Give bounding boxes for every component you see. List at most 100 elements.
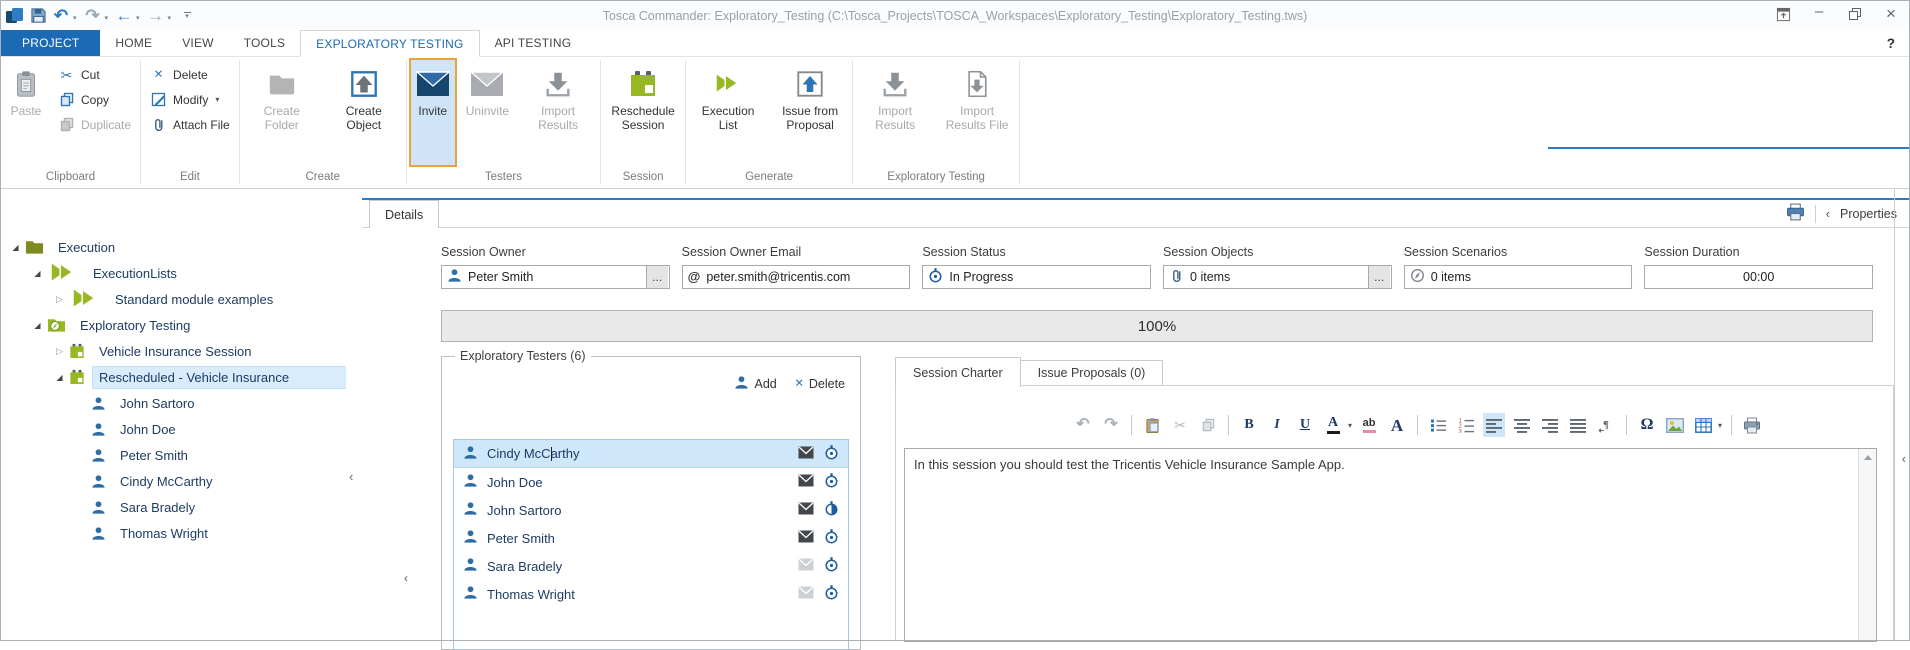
tree-item-cindy-mccarthy[interactable]: Cindy McCarthy [1, 468, 346, 494]
tab-api-testing[interactable]: API TESTING [480, 30, 587, 56]
tab-details[interactable]: Details [369, 200, 439, 228]
copy-button[interactable]: Copy [51, 87, 138, 112]
paragraph-direction-icon[interactable]: ¶ [1595, 413, 1617, 437]
tab-tools[interactable]: TOOLS [229, 30, 300, 56]
copy-icon[interactable] [1197, 413, 1219, 437]
paste-icon[interactable] [1141, 413, 1163, 437]
mail-icon[interactable] [798, 530, 814, 546]
tree-item-vehicle-insurance-session[interactable]: ▷Vehicle Insurance Session [1, 338, 346, 364]
expanded-expander-icon[interactable]: ◢ [53, 373, 66, 382]
tree-item-standard-module-examples[interactable]: ▷Standard module examples [1, 286, 346, 312]
special-character-icon[interactable]: Ω [1636, 413, 1658, 437]
tree-item-peter-smith[interactable]: Peter Smith [1, 442, 346, 468]
minimize-button[interactable]: – [1809, 3, 1829, 25]
session-status-input[interactable]: In Progress [922, 265, 1151, 289]
tree-collapse-icon[interactable]: ‹ [349, 469, 353, 484]
tree-item-rescheduled-vehicle-insurance[interactable]: ◢Rescheduled - Vehicle Insurance [1, 364, 346, 390]
timer-icon[interactable] [824, 445, 839, 463]
tree-item-john-sartoro[interactable]: John Sartoro [1, 390, 346, 416]
dropdown-arrow-icon[interactable]: ▾ [1718, 421, 1722, 430]
expanded-expander-icon[interactable]: ◢ [31, 269, 44, 278]
cut-button[interactable]: ✂Cut [51, 62, 138, 87]
dropdown-arrow-icon[interactable]: ▾ [73, 14, 77, 22]
expanded-expander-icon[interactable]: ◢ [31, 321, 44, 330]
tree-item-thomas-wright[interactable]: Thomas Wright [1, 520, 346, 546]
help-button[interactable]: ? [1887, 30, 1909, 56]
tree-splitter[interactable]: ‹ [346, 189, 362, 640]
session-scenarios-input[interactable]: 0 items [1404, 265, 1633, 289]
bullet-list-icon[interactable] [1427, 413, 1449, 437]
session-duration-input[interactable]: 00:00 [1644, 265, 1873, 289]
issue-from-proposal-button[interactable]: Issue from Proposal [770, 58, 850, 167]
delete-tester-button[interactable]: × Delete [795, 375, 845, 393]
properties-splitter[interactable] [1894, 189, 1895, 640]
cut-icon[interactable]: ✂ [1169, 413, 1191, 437]
undo-button[interactable]: ↶ [51, 4, 71, 28]
tab-session-charter[interactable]: Session Charter [895, 357, 1021, 387]
tab-view[interactable]: VIEW [167, 30, 228, 56]
highlight-icon[interactable]: ab [1358, 413, 1380, 437]
tab-exploratory-testing[interactable]: EXPLORATORY TESTING [300, 30, 479, 57]
dropdown-arrow-icon[interactable]: ▾ [136, 14, 140, 22]
expanded-expander-icon[interactable]: ◢ [9, 243, 22, 252]
insert-image-icon[interactable] [1664, 413, 1686, 437]
print-icon[interactable] [1741, 413, 1763, 437]
session-owner-email-input[interactable]: @peter.smith@tricentis.com [682, 265, 911, 289]
back-button[interactable]: ← [114, 4, 134, 28]
bold-icon[interactable]: B [1238, 413, 1260, 437]
tester-row[interactable]: John Doe [454, 468, 848, 496]
mail-icon[interactable] [798, 586, 814, 602]
modify-button[interactable]: Modify▾ [143, 87, 237, 112]
delete-button[interactable]: ×Delete [143, 62, 237, 87]
attach-file-button[interactable]: Attach File [143, 112, 237, 137]
ellipsis-button[interactable]: ... [646, 266, 668, 288]
numbered-list-icon[interactable]: 123 [1455, 413, 1477, 437]
add-tester-button[interactable]: Add [734, 375, 776, 393]
underline-icon[interactable]: U [1294, 413, 1316, 437]
mail-icon[interactable] [798, 558, 814, 574]
timer-icon[interactable] [824, 557, 839, 575]
italic-icon[interactable]: I [1266, 413, 1288, 437]
redo-icon[interactable]: ↷ [1100, 413, 1122, 437]
print-icon[interactable] [1786, 203, 1805, 224]
tab-project[interactable]: PROJECT [1, 30, 100, 56]
tree-item-john-doe[interactable]: John Doe [1, 416, 346, 442]
mail-icon[interactable] [798, 474, 814, 490]
align-right-icon[interactable] [1539, 413, 1561, 437]
details-splitter-handle[interactable]: ‹ [404, 571, 408, 585]
tree-item-executionlists[interactable]: ◢ExecutionLists [1, 260, 346, 286]
restore-button[interactable] [1845, 3, 1865, 25]
redo-button[interactable]: ↷ [83, 4, 103, 28]
dropdown-arrow-icon[interactable]: ▾ [168, 14, 172, 22]
collapsed-expander-icon[interactable]: ▷ [53, 294, 66, 305]
save-button[interactable] [28, 4, 48, 28]
font-icon[interactable]: A [1386, 413, 1408, 437]
forward-button[interactable]: → [146, 4, 166, 28]
create-object-button[interactable]: Create Object [324, 58, 404, 167]
collapsed-expander-icon[interactable]: ▷ [53, 346, 66, 357]
reschedule-session-button[interactable]: Reschedule Session [603, 58, 683, 167]
timer-icon[interactable] [824, 501, 839, 519]
justify-icon[interactable] [1567, 413, 1589, 437]
align-center-icon[interactable] [1511, 413, 1533, 437]
tester-row[interactable]: John Sartoro [454, 496, 848, 524]
properties-collapse-icon[interactable]: ‹ [1902, 451, 1906, 466]
tree-item-sara-bradely[interactable]: Sara Bradely [1, 494, 346, 520]
tester-row[interactable]: Sara Bradely [454, 552, 848, 580]
timer-icon[interactable] [824, 473, 839, 491]
session-charter-editor[interactable]: In this session you should test the Tric… [904, 448, 1877, 642]
editor-scrollbar[interactable] [1858, 449, 1876, 641]
session-objects-input[interactable]: 0 items... [1163, 265, 1392, 289]
tab-home[interactable]: HOME [100, 30, 167, 56]
dropdown-arrow-icon[interactable]: ▾ [1348, 421, 1352, 430]
customize-quick-access-button[interactable]: ▾ [177, 4, 197, 28]
undo-icon[interactable]: ↶ [1072, 413, 1094, 437]
close-button[interactable]: × [1881, 3, 1901, 25]
tester-row[interactable]: Peter Smith [454, 524, 848, 552]
mail-icon[interactable] [798, 446, 814, 462]
tab-issue-proposals-0[interactable]: Issue Proposals (0) [1021, 360, 1164, 386]
tester-row[interactable]: Cindy McCarthy [454, 440, 848, 468]
insert-table-icon[interactable] [1692, 413, 1714, 437]
dropdown-arrow-icon[interactable]: ▾ [105, 14, 109, 22]
align-left-icon[interactable] [1483, 413, 1505, 437]
